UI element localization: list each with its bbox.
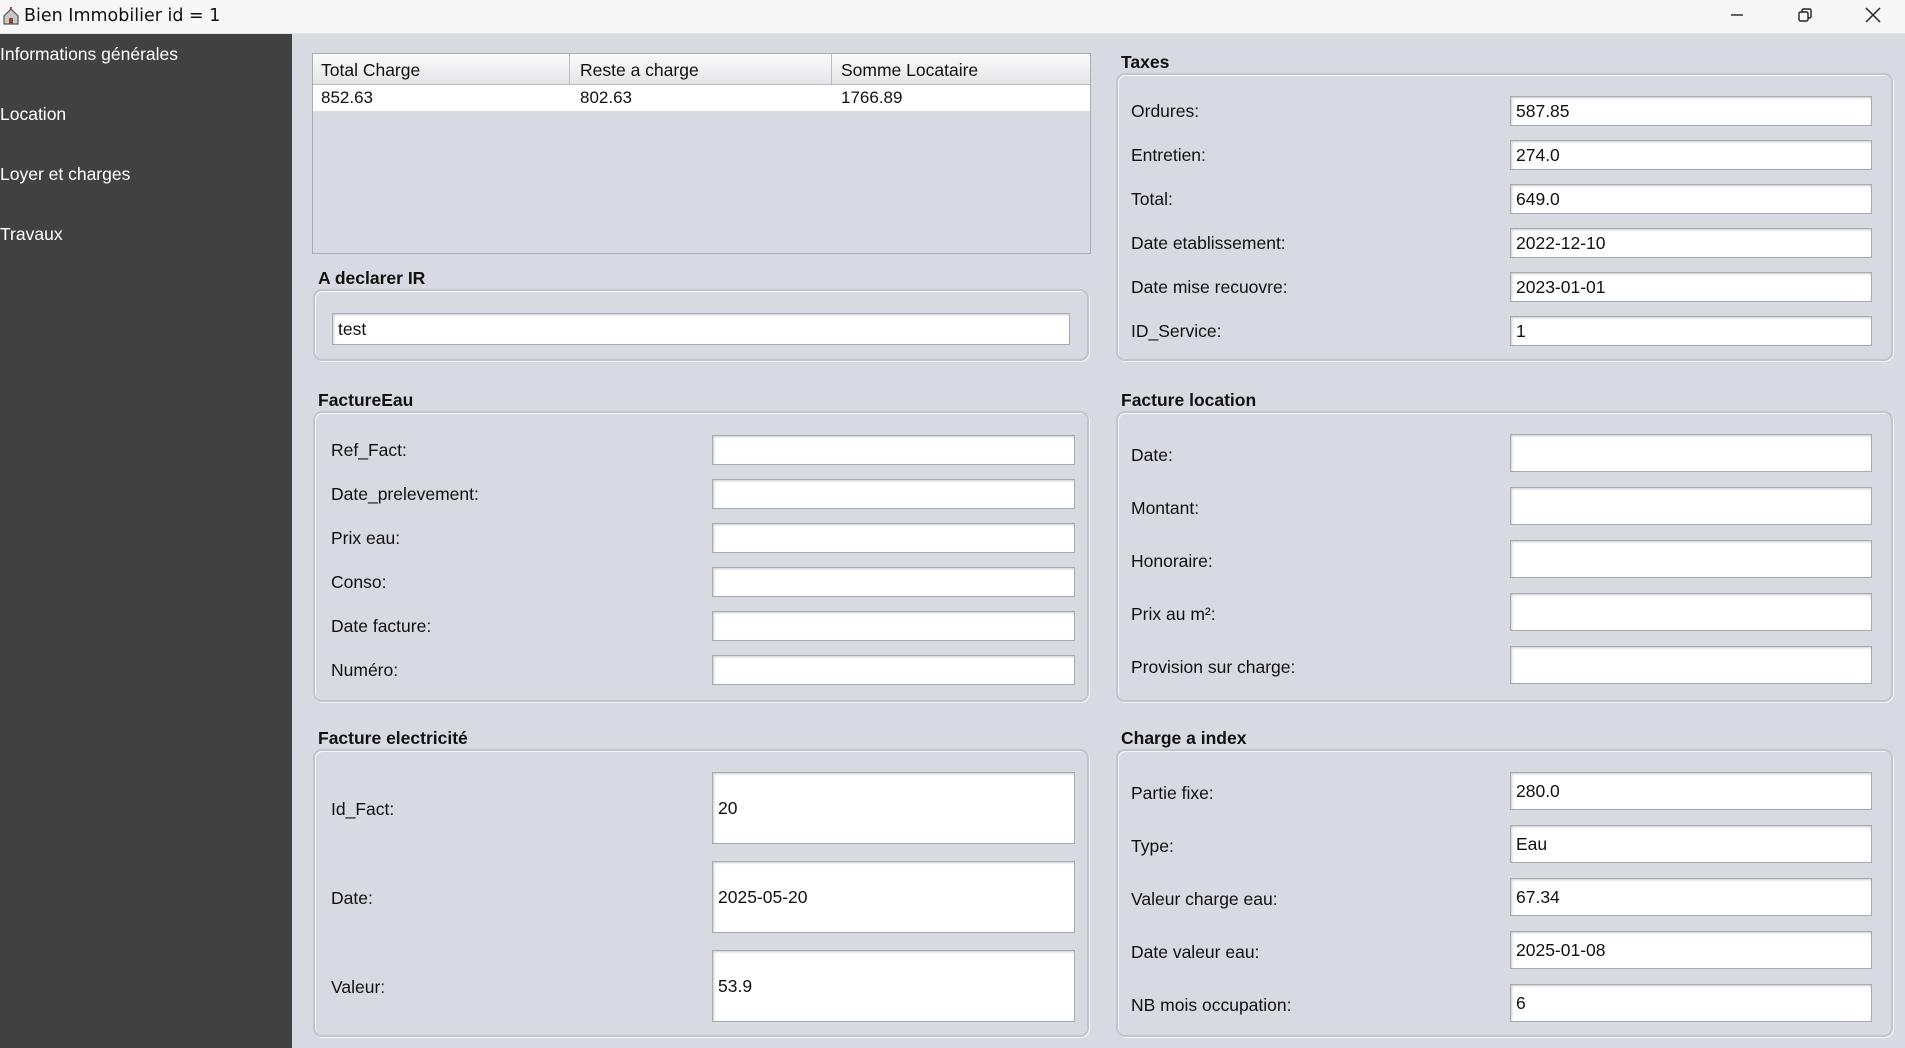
house-key-icon	[2, 6, 20, 26]
ordures-field[interactable]	[1510, 96, 1872, 126]
declarer-ir-input[interactable]	[332, 313, 1070, 345]
conso-field[interactable]	[712, 567, 1075, 597]
id-fact-label: Id_Fact:	[331, 799, 395, 819]
id-service-label: ID_Service:	[1131, 321, 1222, 341]
sidebar-item-loyer-et-charges[interactable]: Loyer et charges	[0, 159, 130, 189]
type-label: Type:	[1131, 836, 1174, 856]
minimize-icon	[1729, 7, 1745, 28]
valeur-charge-eau-field[interactable]	[1510, 878, 1872, 916]
date-valeur-eau-label: Date valeur eau:	[1131, 942, 1260, 962]
valeur-field[interactable]	[712, 950, 1075, 1022]
id-fact-field[interactable]	[712, 772, 1075, 844]
partie-fixe-label: Partie fixe:	[1131, 783, 1214, 803]
location-date-label: Date:	[1131, 445, 1173, 465]
sidebar-item-informations-generales[interactable]: Informations générales	[0, 39, 178, 69]
table-row[interactable]: 852.63 802.63 1766.89	[313, 85, 1090, 111]
entretien-label: Entretien:	[1131, 145, 1206, 165]
facture-electricite-title: Facture electricité	[318, 728, 468, 748]
facture-eau-title: FactureEau	[318, 390, 414, 410]
valeur-charge-eau-label: Valeur charge eau:	[1131, 889, 1278, 909]
prix-eau-label: Prix eau:	[331, 528, 401, 548]
electricite-date-field[interactable]	[712, 861, 1075, 933]
date-mise-recouvre-label: Date mise recuovre:	[1131, 277, 1288, 297]
type-field[interactable]	[1510, 825, 1872, 863]
sidebar-item-travaux[interactable]: Travaux	[0, 219, 63, 249]
entretien-field[interactable]	[1510, 140, 1872, 170]
numero-label: Numéro:	[331, 660, 399, 680]
nb-mois-occupation-label: NB mois occupation:	[1131, 995, 1292, 1015]
provision-sur-charge-label: Provision sur charge:	[1131, 657, 1296, 677]
taxes-title: Taxes	[1121, 52, 1170, 72]
total-field[interactable]	[1510, 184, 1872, 214]
column-header-somme-locataire[interactable]: Somme Locataire	[833, 54, 1090, 84]
prix-m2-label: Prix au m²:	[1131, 604, 1216, 624]
sidebar: Informations générales Location Loyer et…	[0, 34, 292, 1048]
date-prelevement-label: Date_prelevement:	[331, 484, 479, 504]
summary-table[interactable]: Total Charge Reste a charge Somme Locata…	[312, 53, 1091, 254]
minimize-button[interactable]	[1703, 0, 1771, 34]
ref-fact-label: Ref_Fact:	[331, 440, 407, 460]
facture-location-title: Facture location	[1121, 390, 1257, 410]
ordures-label: Ordures:	[1131, 101, 1200, 121]
partie-fixe-field[interactable]	[1510, 772, 1872, 810]
cell-total-charge: 852.63	[321, 88, 373, 107]
date-etablissement-field[interactable]	[1510, 228, 1872, 258]
id-service-field[interactable]	[1510, 316, 1872, 346]
restore-icon	[1797, 7, 1813, 28]
prix-m2-field[interactable]	[1510, 593, 1872, 631]
provision-sur-charge-field[interactable]	[1510, 646, 1872, 684]
ref-fact-field[interactable]	[712, 435, 1075, 465]
table-header: Total Charge Reste a charge Somme Locata…	[313, 54, 1090, 85]
numero-field[interactable]	[712, 655, 1075, 685]
close-icon	[1864, 6, 1882, 29]
date-etablissement-label: Date etablissement:	[1131, 233, 1286, 253]
close-button[interactable]	[1839, 0, 1905, 34]
date-prelevement-field[interactable]	[712, 479, 1075, 509]
charge-index-title: Charge a index	[1121, 728, 1247, 748]
location-date-field[interactable]	[1510, 434, 1872, 472]
nb-mois-occupation-field[interactable]	[1510, 984, 1872, 1022]
cell-somme-locataire: 1766.89	[841, 88, 903, 107]
prix-eau-field[interactable]	[712, 523, 1075, 553]
cell-reste-a-charge: 802.63	[580, 88, 632, 107]
conso-label: Conso:	[331, 572, 387, 592]
montant-field[interactable]	[1510, 487, 1872, 525]
title-bar: Bien Immobilier id = 1	[0, 0, 1905, 34]
sidebar-item-location[interactable]: Location	[0, 99, 66, 129]
declarer-ir-title: A declarer IR	[318, 268, 426, 288]
column-header-reste-a-charge[interactable]: Reste a charge	[572, 54, 832, 84]
valeur-label: Valeur:	[331, 977, 386, 997]
date-valeur-eau-field[interactable]	[1510, 931, 1872, 969]
column-header-total-charge[interactable]: Total Charge	[313, 54, 570, 84]
date-mise-recouvre-field[interactable]	[1510, 272, 1872, 302]
honoraire-label: Honoraire:	[1131, 551, 1213, 571]
date-facture-label: Date facture:	[331, 616, 432, 636]
honoraire-field[interactable]	[1510, 540, 1872, 578]
window-title: Bien Immobilier id = 1	[24, 6, 221, 26]
total-label: Total:	[1131, 189, 1173, 209]
date-facture-field[interactable]	[712, 611, 1075, 641]
restore-button[interactable]	[1771, 0, 1839, 34]
montant-label: Montant:	[1131, 498, 1200, 518]
electricite-date-label: Date:	[331, 888, 373, 908]
